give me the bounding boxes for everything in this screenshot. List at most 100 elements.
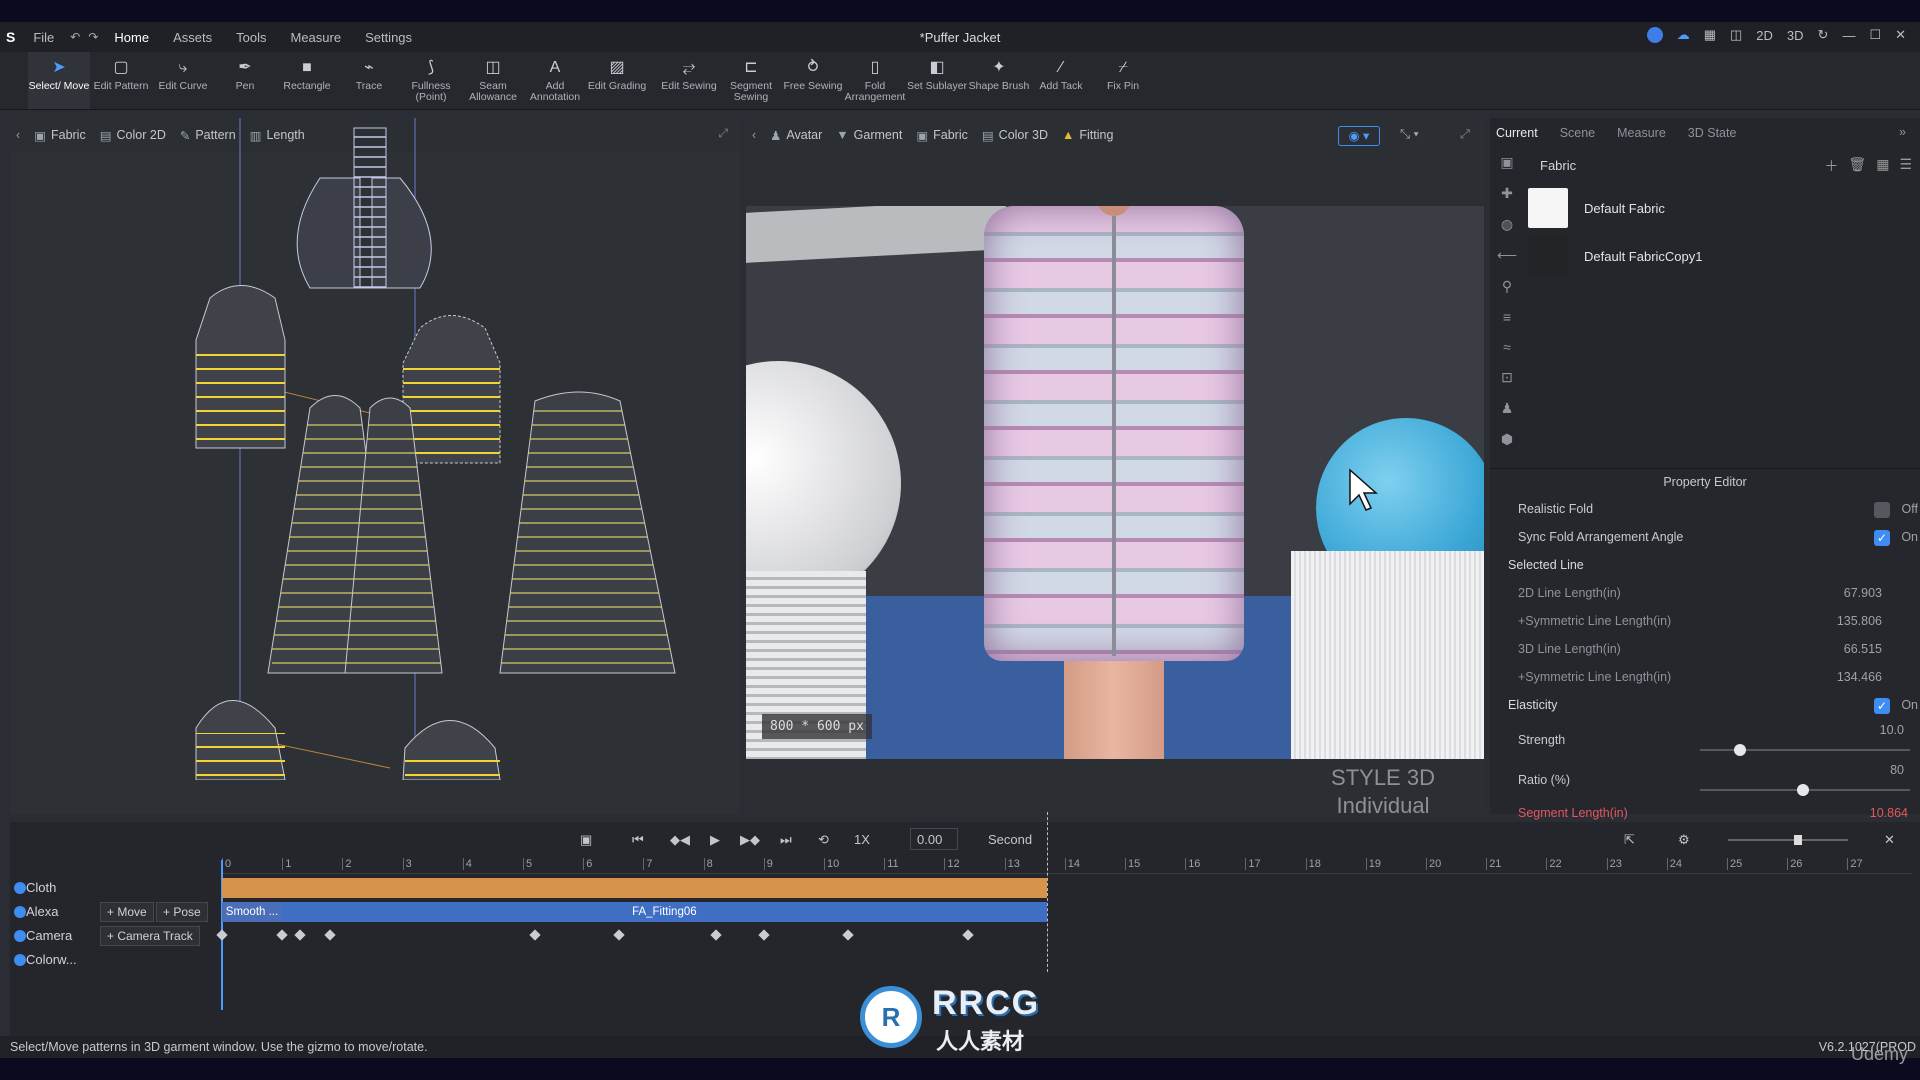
speed-select[interactable]: 1X bbox=[854, 832, 870, 847]
redo-icon[interactable]: ↷ bbox=[88, 30, 98, 44]
tool-trace-button[interactable]: ⌁ Trace bbox=[338, 52, 400, 109]
tool-fullness-point-button[interactable]: ⟆ Fullness (Point) bbox=[400, 52, 462, 109]
tab-fabric-3d[interactable]: ▣ Fabric bbox=[916, 128, 968, 143]
tab-3d-state[interactable]: 3D State bbox=[1688, 126, 1737, 140]
tool-select-move-button[interactable]: ➤ Select/ Move bbox=[28, 52, 90, 109]
track-visibility-icon[interactable] bbox=[14, 954, 26, 966]
tool-add-tack-button[interactable]: ⁄ Add Tack bbox=[1030, 52, 1092, 109]
menu-measure[interactable]: Measure bbox=[290, 30, 341, 45]
close-icon[interactable]: ✕ bbox=[1895, 27, 1906, 43]
tool-fold-arrangement-button[interactable]: ▯ Fold Arrangement bbox=[844, 52, 906, 109]
next-key-icon[interactable]: ▶◆ bbox=[740, 832, 760, 848]
go-end-icon[interactable]: ⏭ bbox=[780, 832, 792, 848]
pattern-canvas[interactable] bbox=[10, 118, 740, 780]
cloud-icon[interactable]: ☁ bbox=[1677, 27, 1690, 43]
undo-icon[interactable]: ↶ bbox=[70, 30, 80, 44]
go-start-icon[interactable]: ⏮ bbox=[632, 832, 644, 848]
menu-home[interactable]: Home bbox=[114, 30, 149, 45]
render-mode-button[interactable]: ◉ ▾ bbox=[1338, 126, 1380, 146]
button-type-icon[interactable]: ✚ bbox=[1501, 185, 1513, 202]
tab-avatar[interactable]: ♟ Avatar bbox=[770, 128, 822, 143]
export-icon[interactable]: ⇱ bbox=[1624, 832, 1635, 848]
tool-fix-pin-button[interactable]: ⌿ Fix Pin bbox=[1092, 52, 1154, 109]
tool-shape-brush-button[interactable]: ✦ Shape Brush bbox=[968, 52, 1030, 109]
refresh-icon[interactable]: ↻ bbox=[1818, 27, 1829, 43]
expand-icon[interactable]: ⤢ bbox=[1460, 127, 1470, 142]
add-icon[interactable]: ＋ bbox=[1824, 156, 1838, 176]
track-visibility-icon[interactable] bbox=[14, 930, 26, 942]
tool-free-sewing-button[interactable]: ⥁ Free Sewing bbox=[782, 52, 844, 109]
view-3d-button[interactable]: 3D bbox=[1787, 28, 1804, 43]
maximize-icon[interactable]: ☐ bbox=[1869, 27, 1881, 43]
tool-edit-sewing-button[interactable]: ⥂ Edit Sewing bbox=[658, 52, 720, 109]
tool-pen-button[interactable]: ✒ Pen bbox=[214, 52, 276, 109]
timeline-ruler[interactable]: 0 1 2 3 4 5 6 7 8 9 10 11 12 13 14 15 16 17 18 19 20 21 22 23 24… bbox=[222, 858, 1912, 874]
smooth-clip[interactable]: Smooth ... bbox=[222, 902, 282, 922]
realistic-fold-row[interactable]: Realistic Fold Off bbox=[1490, 499, 1920, 521]
topstitch-type-icon[interactable]: ⟵ bbox=[1497, 247, 1517, 264]
delete-icon[interactable]: 🗑 bbox=[1848, 156, 1866, 176]
track-row[interactable]: Colorw... bbox=[10, 948, 1910, 972]
add-pose-button[interactable]: + Pose bbox=[156, 902, 208, 922]
box-type-icon[interactable]: ⬢ bbox=[1501, 431, 1513, 448]
collapse-left-icon[interactable]: ‹ bbox=[752, 128, 756, 142]
list-view-icon[interactable]: ☰ bbox=[1899, 156, 1912, 176]
settings-icon[interactable]: ⚙ bbox=[1678, 832, 1690, 848]
collapse-right-icon[interactable]: » bbox=[1899, 125, 1906, 139]
tab-measure[interactable]: Measure bbox=[1617, 126, 1666, 140]
view-2d-button[interactable]: 2D bbox=[1756, 28, 1773, 43]
zoom-slider-thumb[interactable] bbox=[1794, 835, 1802, 845]
tool-set-sublayer-button[interactable]: ◧ Set Sublayer bbox=[906, 52, 968, 109]
cloth-clip[interactable] bbox=[222, 878, 1047, 898]
fabric-type-icon[interactable]: ▣ bbox=[1500, 154, 1513, 171]
tab-scene[interactable]: Scene bbox=[1560, 126, 1595, 140]
sync-fold-checkbox[interactable]: ✓ bbox=[1874, 530, 1890, 546]
tool-edit-grading-button[interactable]: ▨ Edit Grading bbox=[586, 52, 648, 109]
fabric-item-default[interactable]: Default Fabric bbox=[1528, 188, 1665, 228]
time-unit-select[interactable]: Second bbox=[988, 832, 1032, 847]
minimize-icon[interactable]: — bbox=[1842, 28, 1855, 43]
tool-edit-curve-button[interactable]: ⤷ Edit Curve bbox=[152, 52, 214, 109]
zipper-type-icon[interactable]: ⚲ bbox=[1502, 278, 1512, 295]
tab-color-3d[interactable]: ▤ Color 3D bbox=[982, 128, 1048, 143]
tool-seam-allowance-button[interactable]: ◫ Seam Allowance bbox=[462, 52, 524, 109]
gizmo-icon[interactable]: ⤡ ▾ bbox=[1400, 127, 1419, 142]
selected-line-section[interactable]: Selected Line bbox=[1490, 555, 1920, 577]
tab-current[interactable]: Current bbox=[1496, 126, 1538, 140]
track-visibility-icon[interactable] bbox=[14, 882, 26, 894]
close-timeline-icon[interactable]: ✕ bbox=[1884, 832, 1895, 848]
expand-icon[interactable]: ⤢ bbox=[718, 126, 728, 141]
viewport-3d[interactable]: 800 * 600 px bbox=[746, 206, 1484, 759]
layout-icon[interactable]: ▦ bbox=[1704, 27, 1716, 43]
loop-icon[interactable]: ⟲ bbox=[818, 832, 829, 848]
record-icon[interactable]: ▣ bbox=[580, 832, 592, 848]
menu-file[interactable]: File bbox=[33, 30, 54, 45]
zoom-slider[interactable] bbox=[1728, 835, 1848, 845]
track-visibility-icon[interactable] bbox=[14, 906, 26, 918]
add-camera-track-button[interactable]: + Camera Track bbox=[100, 926, 200, 946]
tab-garment[interactable]: ▼ Garment bbox=[836, 128, 902, 142]
buttonhole-type-icon[interactable]: ◍ bbox=[1501, 216, 1513, 233]
split-view-icon[interactable]: ◫ bbox=[1730, 27, 1742, 43]
user-avatar-icon[interactable] bbox=[1646, 27, 1663, 43]
tool-add-annotation-button[interactable]: A Add Annotation bbox=[524, 52, 586, 109]
puckering-type-icon[interactable]: ≈ bbox=[1503, 339, 1511, 355]
clip-end-marker[interactable] bbox=[1046, 812, 1048, 972]
elasticity-checkbox[interactable]: ✓ bbox=[1874, 698, 1890, 714]
realistic-fold-checkbox[interactable] bbox=[1874, 502, 1890, 518]
play-icon[interactable]: ▶ bbox=[710, 832, 720, 848]
tool-rectangle-button[interactable]: ■ Rectangle bbox=[276, 52, 338, 109]
fitting-clip[interactable]: FA_Fitting06 bbox=[282, 902, 1047, 922]
tool-segment-sewing-button[interactable]: ⊏ Segment Sewing bbox=[720, 52, 782, 109]
fabric-item-copy1[interactable]: Default FabricCopy1 bbox=[1528, 236, 1703, 276]
tab-fitting[interactable]: ▲ Fitting bbox=[1062, 128, 1113, 142]
avatar-type-icon[interactable]: ♟ bbox=[1501, 400, 1514, 417]
menu-assets[interactable]: Assets bbox=[173, 30, 212, 45]
menu-settings[interactable]: Settings bbox=[365, 30, 412, 45]
elasticity-section[interactable]: Elasticity ✓ On bbox=[1490, 695, 1920, 717]
strength-slider-thumb[interactable] bbox=[1733, 744, 1746, 756]
sync-fold-row[interactable]: Sync Fold Arrangement Angle ✓ On bbox=[1490, 527, 1920, 549]
menu-tools[interactable]: Tools bbox=[236, 30, 266, 45]
ratio-slider-thumb[interactable] bbox=[1796, 784, 1809, 796]
trim-type-icon[interactable]: ≡ bbox=[1503, 309, 1511, 325]
